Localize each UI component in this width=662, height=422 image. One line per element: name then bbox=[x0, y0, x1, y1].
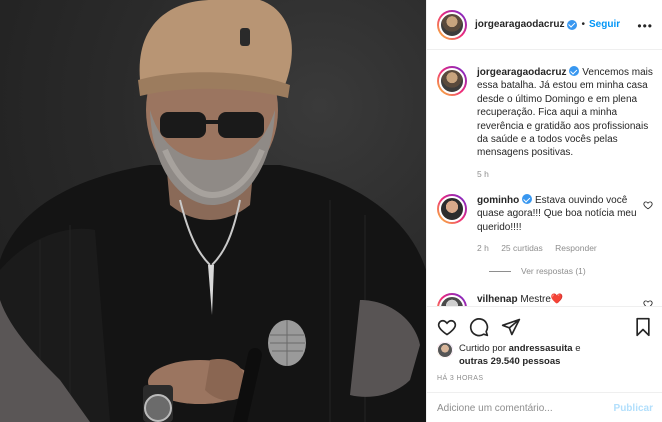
commenter-avatar[interactable] bbox=[437, 194, 467, 224]
add-comment-bar: Publicar bbox=[427, 392, 662, 422]
comment-input[interactable] bbox=[437, 402, 614, 414]
view-replies-label[interactable]: Ver respostas (1) bbox=[521, 266, 586, 276]
caption-row: jorgearagaodacruz Vencemos mais essa bat… bbox=[437, 66, 655, 181]
comment-row: gominho Estava ouvindo você quase agora!… bbox=[437, 194, 637, 256]
save-button[interactable] bbox=[633, 317, 653, 340]
comment-likes[interactable]: 25 curtidas bbox=[501, 243, 543, 253]
commenter-avatar[interactable] bbox=[437, 293, 467, 306]
caption-username[interactable]: jorgearagaodacruz bbox=[477, 67, 566, 78]
post-modal: jorgearagaodacruz • Seguir ••• jorgearag… bbox=[0, 0, 662, 422]
follow-button[interactable]: Seguir bbox=[589, 19, 620, 30]
caption-age[interactable]: 5 h bbox=[477, 169, 489, 179]
view-replies[interactable]: Ver respostas (1) bbox=[489, 266, 586, 276]
caption-body: jorgearagaodacruz Vencemos mais essa bat… bbox=[477, 66, 655, 181]
verified-badge-icon bbox=[522, 194, 533, 204]
comment-like-heart-icon[interactable] bbox=[643, 200, 653, 210]
author-username[interactable]: jorgearagaodacruz bbox=[475, 19, 564, 30]
reply-button[interactable]: Responder bbox=[555, 243, 597, 253]
action-icons bbox=[437, 317, 521, 337]
separator-dot: • bbox=[581, 19, 585, 30]
photo-man-with-microphone bbox=[0, 0, 426, 422]
share-icon[interactable] bbox=[501, 317, 521, 337]
author-avatar[interactable] bbox=[437, 9, 467, 40]
comment-body: gominho Estava ouvindo você quase agora!… bbox=[477, 194, 637, 256]
post-photo[interactable] bbox=[0, 0, 426, 422]
comment-username[interactable]: gominho bbox=[477, 195, 519, 206]
comment-meta: 2 h 25 curtidas Responder bbox=[477, 242, 637, 255]
heart-icon[interactable] bbox=[437, 317, 457, 337]
liked-by-text: Curtido por andressasuita e outras 29.54… bbox=[459, 342, 580, 368]
author-avatar[interactable] bbox=[437, 66, 467, 96]
liked-others[interactable]: outras 29.540 pessoas bbox=[459, 356, 560, 367]
comment-username[interactable]: vilhenap bbox=[477, 294, 518, 305]
caption-text: Vencemos mais essa batalha. Já estou em … bbox=[477, 67, 653, 159]
comment-row: vilhenap Mestre❤️ bbox=[437, 293, 563, 306]
post-side-panel: jorgearagaodacruz • Seguir ••• jorgearag… bbox=[426, 0, 662, 422]
liked-and: e bbox=[575, 343, 581, 354]
bookmark-icon[interactable] bbox=[633, 317, 653, 337]
comment-icon[interactable] bbox=[469, 317, 489, 337]
more-options-icon[interactable]: ••• bbox=[637, 19, 653, 33]
liked-prefix: Curtido por bbox=[459, 343, 506, 354]
verified-badge-icon bbox=[569, 66, 580, 76]
caption-meta: 5 h bbox=[477, 168, 655, 181]
liked-user[interactable]: andressasuita bbox=[509, 343, 573, 354]
comment-text: Mestre❤️ bbox=[520, 294, 564, 305]
comments-list[interactable]: jorgearagaodacruz Vencemos mais essa bat… bbox=[427, 50, 662, 306]
comment-age[interactable]: 2 h bbox=[477, 243, 489, 253]
liker-avatar[interactable] bbox=[437, 342, 453, 358]
comment-body: vilhenap Mestre❤️ bbox=[477, 293, 563, 306]
post-timestamp[interactable]: HÁ 3 HORAS bbox=[437, 375, 483, 382]
liked-by: Curtido por andressasuita e outras 29.54… bbox=[437, 342, 580, 368]
replies-divider bbox=[489, 270, 511, 272]
verified-badge-icon bbox=[567, 19, 578, 30]
post-actions: Curtido por andressasuita e outras 29.54… bbox=[427, 306, 662, 422]
comment-like-heart-icon[interactable] bbox=[643, 299, 653, 306]
publish-button[interactable]: Publicar bbox=[614, 403, 653, 414]
post-header: jorgearagaodacruz • Seguir ••• bbox=[427, 0, 662, 50]
